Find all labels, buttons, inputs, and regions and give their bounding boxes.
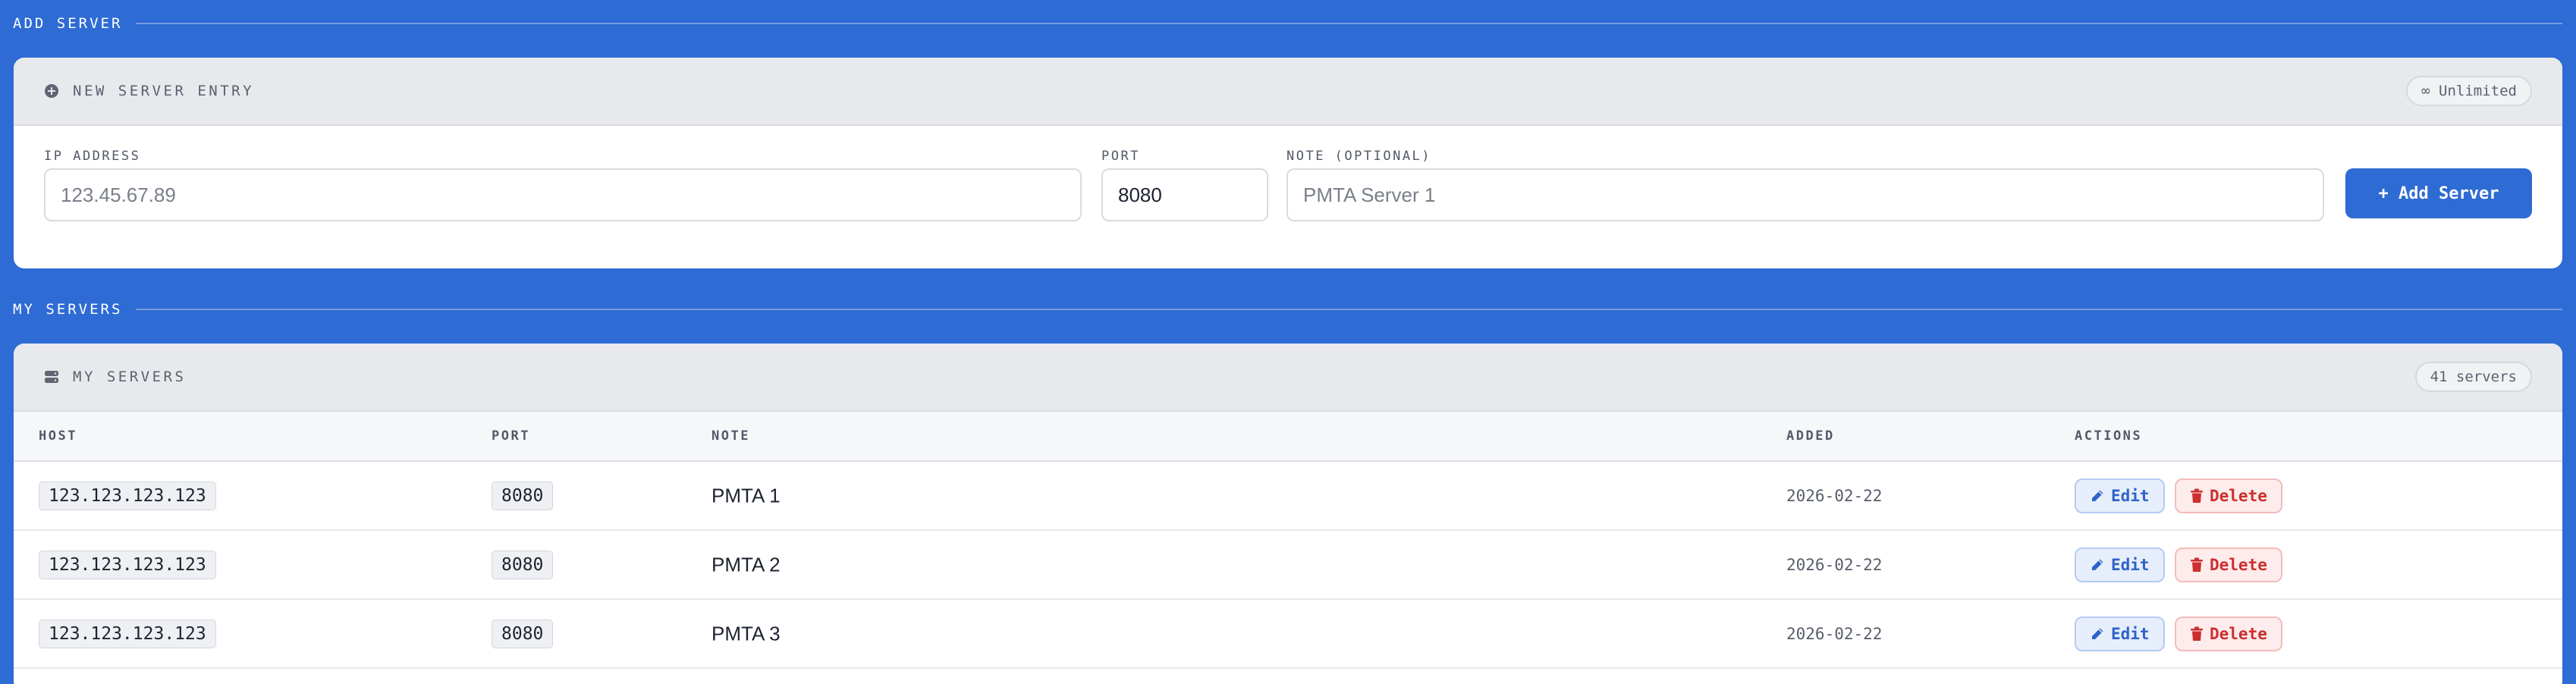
delete-button[interactable]: Delete [2175, 478, 2282, 513]
host-value: 123.123.123.123 [39, 619, 216, 648]
edit-button[interactable]: Edit [2075, 547, 2165, 582]
pencil-icon [2090, 626, 2105, 642]
pencil-icon [2090, 557, 2105, 573]
table-row: 123.123.123.123 8080 PMTA 1 2026-02-22 E… [14, 462, 2562, 531]
delete-label: Delete [2210, 555, 2267, 574]
add-server-button[interactable]: + Add Server [2345, 168, 2532, 218]
my-servers-card: MY SERVERS 41 servers HOST PORT NOTE ADD… [14, 344, 2562, 684]
host-value: 123.123.123.123 [39, 550, 216, 579]
my-servers-section-header: MY SERVERS [0, 294, 2576, 325]
pencil-icon [2090, 488, 2105, 504]
edit-label: Edit [2111, 486, 2150, 505]
edit-button[interactable]: Edit [2075, 478, 2165, 513]
column-actions: ACTIONS [2075, 428, 2143, 444]
host-value: 123.123.123.123 [39, 481, 216, 510]
server-count-badge: 41 servers [2414, 362, 2532, 392]
delete-button[interactable]: Delete [2175, 616, 2282, 651]
table-row: 123.123.123.123 8080 PMTA 2 2026-02-22 E… [14, 531, 2562, 600]
added-date: 2026-02-22 [1786, 624, 1883, 643]
added-date: 2026-02-22 [1786, 486, 1883, 505]
section-title: ADD SERVER [13, 15, 123, 32]
server-stack-icon [44, 369, 59, 384]
column-port: PORT [492, 428, 530, 444]
note-value: PMTA 1 [712, 484, 781, 507]
table-header: HOST PORT NOTE ADDED ACTIONS [14, 412, 2562, 462]
section-divider [136, 309, 2562, 310]
column-added: ADDED [1786, 428, 1835, 444]
port-input[interactable] [1101, 168, 1268, 221]
delete-label: Delete [2210, 486, 2267, 505]
edit-button[interactable]: Edit [2075, 616, 2165, 651]
section-divider [136, 23, 2562, 24]
trash-icon [2190, 488, 2204, 504]
delete-button[interactable]: Delete [2175, 547, 2282, 582]
limit-badge: ∞ Unlimited [2406, 76, 2532, 106]
delete-label: Delete [2210, 624, 2267, 643]
add-server-section-header: ADD SERVER [0, 8, 2576, 39]
note-label: NOTE (OPTIONAL) [1286, 149, 1432, 164]
edit-label: Edit [2111, 555, 2150, 574]
new-server-entry-card: NEW SERVER ENTRY ∞ Unlimited IP ADDRESS … [14, 58, 2562, 268]
server-form: IP ADDRESS PORT NOTE (OPTIONAL) + Add Se… [44, 149, 2532, 224]
port-value: 8080 [492, 550, 554, 579]
ip-address-label: IP ADDRESS [44, 149, 141, 164]
edit-label: Edit [2111, 624, 2150, 643]
note-value: PMTA 3 [712, 622, 781, 645]
card-title: MY SERVERS [73, 369, 187, 385]
note-value: PMTA 2 [712, 553, 781, 576]
trash-icon [2190, 626, 2204, 642]
column-host: HOST [39, 428, 77, 444]
card-header: NEW SERVER ENTRY ∞ Unlimited [14, 58, 2562, 126]
card-title: NEW SERVER ENTRY [73, 83, 255, 99]
column-note: NOTE [712, 428, 750, 444]
table-row: 123.123.123.123 8080 PMTA 3 2026-02-22 E… [14, 600, 2562, 669]
add-server-button-label: + Add Server [2378, 184, 2499, 203]
port-value: 8080 [492, 619, 554, 648]
port-value: 8080 [492, 481, 554, 510]
section-title: MY SERVERS [13, 301, 123, 318]
added-date: 2026-02-22 [1786, 555, 1883, 574]
card-header: MY SERVERS 41 servers [14, 344, 2562, 412]
note-input[interactable] [1286, 168, 2324, 221]
ip-address-input[interactable] [44, 168, 1082, 221]
trash-icon [2190, 557, 2204, 573]
port-label: PORT [1101, 149, 1140, 164]
plus-circle-icon [44, 83, 59, 99]
